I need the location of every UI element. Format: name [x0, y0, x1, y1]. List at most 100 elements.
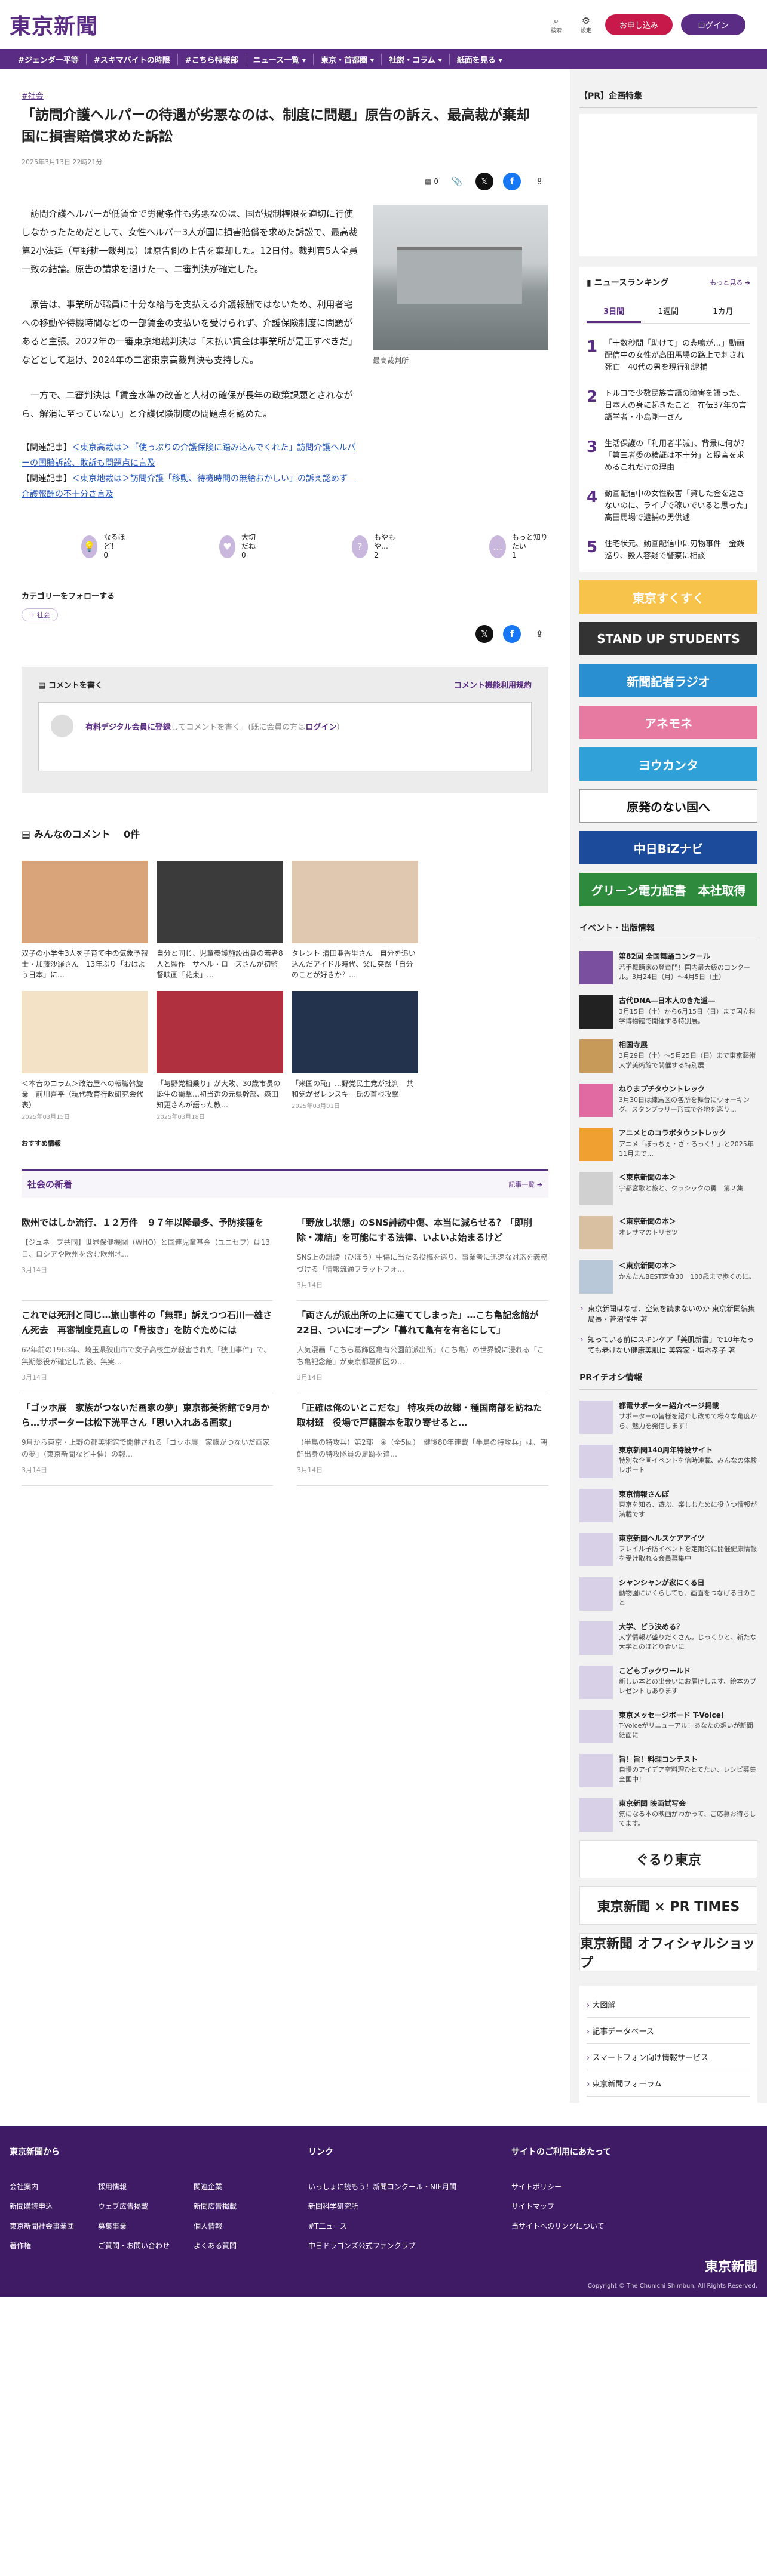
nav-item[interactable]: 東京・首都圏 ▾ — [314, 53, 382, 65]
tab-1week[interactable]: 1週間 — [641, 300, 695, 323]
event-item[interactable]: ねりまプチタウントレック 3月30日は練馬区の各所を舞台にウォーキング。スタンプラ… — [579, 1084, 757, 1117]
footer-link[interactable]: 募集事業 — [98, 2221, 170, 2231]
latest-item[interactable]: これでは死刑と同じ…旅山事件の「無罪」訴えつつ石川一雄さん死去 再審制度見直しの… — [22, 1301, 273, 1393]
login-button[interactable]: ログイン — [680, 14, 745, 35]
reaction-button[interactable]: ♥ 大切だね 0 — [219, 533, 262, 560]
event-item[interactable]: ＜東京新聞の本＞ かんたんBEST定食30 100歳まで歩くのに。 — [579, 1260, 757, 1294]
promo-banner[interactable]: STAND UP STUDENTS — [579, 622, 757, 655]
latest-item[interactable]: 欧州ではしか流行、１２万件 ９７年以降最多、予防接種を 【ジュネーブ共同】世界保健… — [22, 1208, 273, 1301]
nav-item[interactable]: 社説・コラム ▾ — [382, 53, 450, 65]
footer-logo[interactable]: 東京新聞 — [705, 2256, 757, 2275]
event-item[interactable]: 第82回 全国舞踊コンクール 若手舞踊家の登竜門！国内最大級のコンクール。3月24… — [579, 951, 757, 984]
big-banner[interactable]: ぐるり東京 — [579, 1840, 757, 1878]
big-banner[interactable]: 東京新聞 オフィシャルショップ — [579, 1933, 757, 1971]
nav-item[interactable]: #こちら特報部 — [178, 53, 246, 65]
footer-link[interactable]: 新聞科学研究所 — [308, 2201, 456, 2211]
side-link[interactable]: 東京新聞はなぜ、空気を読まないのか 東京新聞編集局長・菅沼悦生 著 — [579, 1303, 757, 1325]
side-list-item[interactable]: 東京新聞フォーラム — [587, 2070, 750, 2097]
search-button[interactable]: ⌕ 検索 — [545, 15, 567, 34]
pr-item[interactable]: 東京メッセージボード T-Voice! T-Voiceがリニューアル！あなたの想い… — [579, 1710, 757, 1743]
x-share-icon[interactable]: 𝕏 — [475, 625, 493, 643]
related-link[interactable]: ＜東京地裁は＞訪問介護「移動、待機時間の無給おかしい」の訴え認めず 介護報酬の不… — [22, 474, 356, 499]
comment-policy-link[interactable]: コメント機能利用規約 — [454, 679, 532, 690]
side-link[interactable]: 知っている前にスキンケア「美肌新書」で10年たっても老けない健康美肌に 美容家・… — [579, 1334, 757, 1356]
login-link[interactable]: ログイン — [305, 723, 336, 732]
event-item[interactable]: ＜東京新聞の本＞ 宇都宮歌と旅と、クラシックの勇 第２集 — [579, 1172, 757, 1205]
pr-item[interactable]: こどもブックワールド 新しい本との出会いにお届けします、絵本のプレゼントもあります — [579, 1666, 757, 1699]
latest-more-link[interactable]: 記事一覧 ➔ — [508, 1180, 542, 1189]
event-item[interactable]: 相国寺展 3月29日（土）～5月25日（日）まで東京藝術大学美術館で開催する特別展 — [579, 1039, 757, 1073]
category-link[interactable]: #社会 — [22, 92, 44, 101]
big-banner[interactable]: 東京新聞 × PR TIMES — [579, 1886, 757, 1925]
promo-banner[interactable]: 中日BiZナビ — [579, 831, 757, 864]
footer-link[interactable]: 個人情報 — [194, 2221, 237, 2231]
tab-3days[interactable]: 3日間 — [587, 300, 642, 323]
side-list-item[interactable]: 大図解 — [587, 1992, 750, 2018]
ranking-item[interactable]: 5 住宅状元、動画配信中に刃物事件 金銭巡り、殺人容疑で警察に相談 — [587, 538, 750, 562]
ranking-item[interactable]: 1 「十数秒間「助けて」の悲鳴が…」動画配信中の女性が高田馬場の路上で刺され死亡 … — [587, 338, 750, 374]
share-icon[interactable]: ⇪ — [530, 173, 548, 190]
footer-link[interactable]: 関連企業 — [194, 2181, 237, 2192]
latest-item[interactable]: 「野放し状態」のSNS誹謗中傷、本当に減らせる？「即削除・凍結」を可能にする法律… — [297, 1208, 548, 1301]
reaction-button[interactable]: ? もやもや… 2 — [351, 533, 400, 560]
comment-input[interactable]: 有料デジタル会員に登録してコメントを書く。(既に会員の方はログイン） — [38, 702, 532, 771]
reaction-button[interactable]: 💡 なるほど！ 0 — [81, 533, 130, 560]
pr-item[interactable]: 東京新聞140周年特設サイト 特別な企画イベントを信時連載、みんなの体験レポート — [579, 1445, 757, 1478]
footer-link[interactable]: ウェブ広告掲載 — [98, 2201, 170, 2211]
pr-item[interactable]: シャンシャンが家にくる日 動物園にいくらしても、画面をつなげる日のこと — [579, 1577, 757, 1611]
promo-banner[interactable]: 新聞記者ラジオ — [579, 664, 757, 697]
recommend-card[interactable]: 「与野党相乗り」が大敗、30歳市長の誕生の衝撃…初当選の元県幹部、森田知更さんが… — [157, 991, 283, 1121]
pr-item[interactable]: 旨！旨！料理コンテスト 自慢のアイデア空料理ひとてたい、レシピ募集全国中！ — [579, 1754, 757, 1787]
settings-button[interactable]: ⚙ 設定 — [575, 15, 597, 34]
share-icon[interactable]: ⇪ — [530, 625, 548, 643]
recommend-card[interactable]: ＜本音のコラム＞政治屋への転職斡旋業 前川喜平（現代教育行政研究会代表） 2025… — [22, 991, 148, 1121]
pr-item[interactable]: 大学、どう決める？ 大学情報が盛りだくさん。じっくりと、新たな大学とのほどり合いに — [579, 1621, 757, 1655]
footer-link[interactable]: サイトポリシー — [511, 2181, 605, 2192]
facebook-share-icon[interactable]: f — [503, 173, 521, 190]
related-link[interactable]: ＜東京高裁は＞「使っぷりの介護保険に踏み込んでくれた」訪問介護ヘルパーの国賠訴訟… — [22, 443, 355, 468]
ranking-more-link[interactable]: もっと見る ➔ — [710, 278, 750, 287]
footer-link[interactable]: 当サイトへのリンクについて — [511, 2221, 605, 2231]
pr-item[interactable]: 都電サポーター紹介ページ掲載 サポーターの皆様を紹介し改めて様々な角度から、魅力を… — [579, 1401, 757, 1434]
footer-link[interactable]: 新聞購読申込 — [10, 2201, 74, 2211]
latest-item[interactable]: 「正確は俺のいとこだな」 特攻兵の故郷・種国南部を訪ねた取材班 役場で戸籍謄本を… — [297, 1393, 548, 1486]
reaction-button[interactable]: … もっと知りたい 1 — [489, 533, 548, 560]
promo-banner[interactable]: アネモネ — [579, 706, 757, 739]
promo-banner[interactable]: 原発のない国へ — [579, 789, 757, 823]
footer-link[interactable]: 著作権 — [10, 2240, 74, 2251]
pr-item[interactable]: 東京新聞ヘルスケアアイツ フレイル予防イベントを定期的に開催健康情報を受け取れる会… — [579, 1533, 757, 1566]
footer-link[interactable]: 会社案内 — [10, 2181, 74, 2192]
ranking-item[interactable]: 2 トルコで少数民族言語の障害を語った、日本人の身に起きたこと 在伝37年の言語学… — [587, 388, 750, 424]
nav-item[interactable]: #スキマバイトの時限 — [87, 53, 178, 65]
side-list-item[interactable]: スマートフォン向け情報サービス — [587, 2044, 750, 2070]
recommend-card[interactable]: タレント 清田亜香里さん 自分を追い込んだアイドル時代、父に突然「自分のことが好… — [292, 861, 418, 981]
footer-link[interactable]: #T二ュース — [308, 2221, 456, 2231]
register-link[interactable]: 有料デジタル会員に登録 — [85, 723, 171, 732]
recommend-card[interactable]: 双子の小学生3人を子育て中の気象予報士・加藤沙羅さん 13年ぶり「おはよう日本」… — [22, 861, 148, 981]
ad-space[interactable] — [579, 114, 757, 256]
clip-icon[interactable]: 📎 — [448, 173, 466, 190]
site-logo[interactable]: 東京新聞 — [10, 9, 98, 40]
recommend-card[interactable]: 「米国の恥」…野党民主党が批判 共和党がゼレンスキー氏の首根攻撃 2025年03月… — [292, 991, 418, 1121]
ranking-item[interactable]: 3 生活保護の「利用者半減」、背景に何が？「第三者委の検証は不十分」と提言を求める… — [587, 438, 750, 474]
footer-link[interactable]: 新聞広告掲載 — [194, 2201, 237, 2211]
facebook-share-icon[interactable]: f — [503, 625, 521, 643]
event-item[interactable]: アニメとのコラボタウントレック アニメ「ぽっちぇ・ざ・ろっく！」と2025年11月… — [579, 1128, 757, 1161]
nav-item[interactable]: 紙面を見る ▾ — [450, 54, 510, 65]
nav-item[interactable]: #ジェンダー平等 — [11, 53, 87, 65]
footer-link[interactable]: 採用情報 — [98, 2181, 170, 2192]
event-item[interactable]: ＜東京新聞の本＞ オレサマのトリセツ — [579, 1216, 757, 1249]
footer-link[interactable]: よくある質問 — [194, 2240, 237, 2251]
promo-banner[interactable]: 東京すくすく — [579, 580, 757, 614]
x-share-icon[interactable]: 𝕏 — [475, 173, 493, 190]
signup-button[interactable]: お申し込み — [605, 14, 673, 35]
follow-tag-button[interactable]: + 社会 — [22, 608, 58, 621]
tab-1month[interactable]: 1カ月 — [696, 300, 750, 323]
promo-banner[interactable]: グリーン電力証書 本社取得 — [579, 873, 757, 906]
ranking-item[interactable]: 4 動画配信中の女性殺害「貸した金を返さないのに、ライブで稼いでいると思った」 高… — [587, 488, 756, 524]
pr-item[interactable]: 東京新聞 映画試写会 気になる本の映画がわかって、ご応募お待ちしてます。 — [579, 1798, 757, 1832]
nav-item[interactable]: ニュース一覧 ▾ — [246, 53, 314, 65]
comment-count-button[interactable]: ▤ 0 — [425, 173, 438, 190]
promo-banner[interactable]: ヨウカンタ — [579, 747, 757, 781]
footer-link[interactable]: 中日ドラゴンズ公式ファンクラブ — [308, 2240, 456, 2251]
